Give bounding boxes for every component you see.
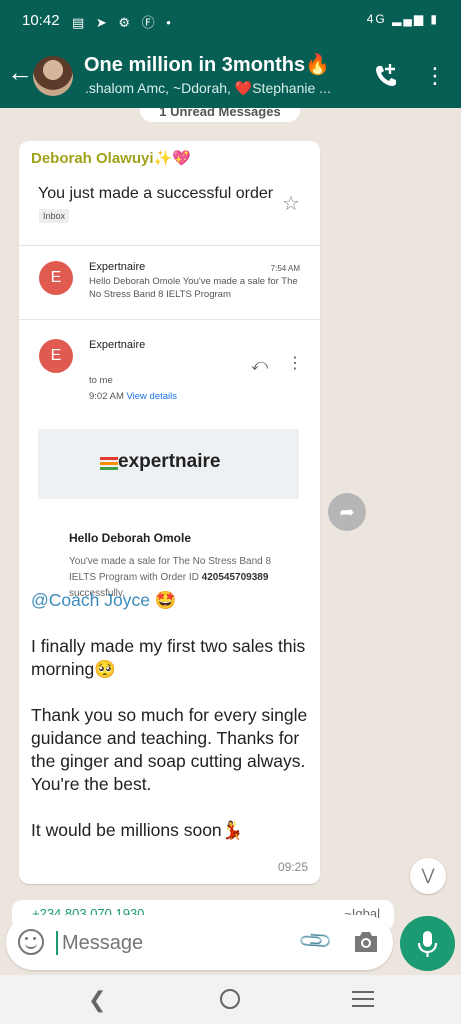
email-snippet: Hello Deborah Omole You've made a sale f… [89, 276, 298, 300]
expertnaire-banner: expertnaire [38, 429, 299, 499]
microphone-icon[interactable] [400, 916, 455, 971]
system-nav-bar: ❮ [0, 975, 461, 1024]
order-id: 420545709389 [201, 572, 269, 583]
inbox-tag: Inbox [39, 209, 70, 223]
star-icon: ☆ [282, 193, 300, 215]
message-paragraph: It would be millions soon💃 [31, 820, 244, 840]
chat-app-bar: ← One million in 3months🔥 .shalom Amc, ~… [0, 44, 461, 108]
view-details-link: View details [126, 391, 178, 402]
camera-icon[interactable] [352, 929, 380, 955]
chat-area[interactable]: 1 Unread Messages Deborah Olawuyi✨💖 You … [0, 108, 461, 970]
unread-messages-pill: 1 Unread Messages [140, 108, 300, 122]
email-recipient: to me [89, 375, 113, 386]
divider [19, 245, 320, 246]
nav-back-icon[interactable]: ❮ [88, 987, 106, 1013]
shared-email-screenshot[interactable]: You just made a successful order Inbox ☆… [19, 169, 320, 601]
top-bar: 10:42 ▤ ➤ ⚙ Ⓕ • 4G ▂▄▆ ▮ ← One million i… [0, 0, 461, 108]
chat-title[interactable]: One million in 3months🔥 [84, 52, 330, 77]
status-time: 10:42 [22, 12, 60, 29]
email-time: 9:02 AM [89, 391, 124, 402]
status-bar: 10:42 ▤ ➤ ⚙ Ⓕ • 4G ▂▄▆ ▮ [0, 0, 461, 40]
email-greeting: Hello Deborah Omole [69, 531, 192, 545]
signal-battery-icon: ▂▄▆ ▮ [392, 12, 439, 26]
email-from: Expertnaire [89, 339, 146, 351]
chat-participants[interactable]: .shalom Amc, ~Ddorah, ❤️Stephanie ... [85, 80, 355, 97]
network-label: 4G [366, 12, 387, 26]
group-avatar[interactable] [33, 56, 73, 96]
nav-menu-icon[interactable] [352, 991, 374, 1007]
message-input-bar: 📎 [6, 915, 393, 970]
message-text: @Coach Joyce 🤩 I finally made my first t… [31, 589, 316, 865]
forward-icon[interactable]: ➦ [328, 493, 366, 531]
email-from: Expertnaire [89, 261, 146, 273]
add-call-icon[interactable] [370, 60, 402, 92]
scroll-down-icon[interactable]: ⋁ [410, 858, 446, 894]
signal-battery: 4G ▂▄▆ ▮ [367, 12, 439, 26]
email-more-icon: ⋮ [287, 355, 303, 372]
mention-link[interactable]: @Coach Joyce 🤩 [31, 590, 177, 610]
message-input[interactable] [62, 929, 282, 957]
notification-icons: ▤ ➤ ⚙ Ⓕ • [72, 15, 175, 30]
back-arrow-icon[interactable]: ← [6, 58, 34, 86]
expertnaire-logo-icon [100, 457, 118, 471]
message-bubble[interactable]: Deborah Olawuyi✨💖 You just made a succes… [19, 141, 320, 884]
emoji-icon[interactable] [18, 929, 44, 955]
attach-icon[interactable]: 📎 [297, 922, 335, 960]
message-timestamp: 09:25 [277, 860, 308, 874]
reply-icon: ⤺ [251, 357, 269, 374]
more-options-icon[interactable]: ⋮ [424, 60, 446, 92]
sender-name[interactable]: Deborah Olawuyi✨💖 [31, 149, 191, 167]
email-time: 7:54 AM [270, 264, 300, 273]
email-subject: You just made a successful order [38, 185, 274, 202]
sender-avatar: E [39, 339, 73, 373]
message-paragraph: I finally made my first two sales this m… [31, 636, 306, 679]
text-caret [56, 931, 58, 955]
message-paragraph: Thank you so much for every single guida… [31, 705, 308, 794]
divider [19, 319, 320, 320]
sender-avatar: E [39, 261, 73, 295]
expertnaire-logo-text: expertnaire [118, 451, 221, 472]
nav-home-icon[interactable] [220, 989, 240, 1009]
email-date-line: 9:02 AM View details [89, 391, 177, 402]
